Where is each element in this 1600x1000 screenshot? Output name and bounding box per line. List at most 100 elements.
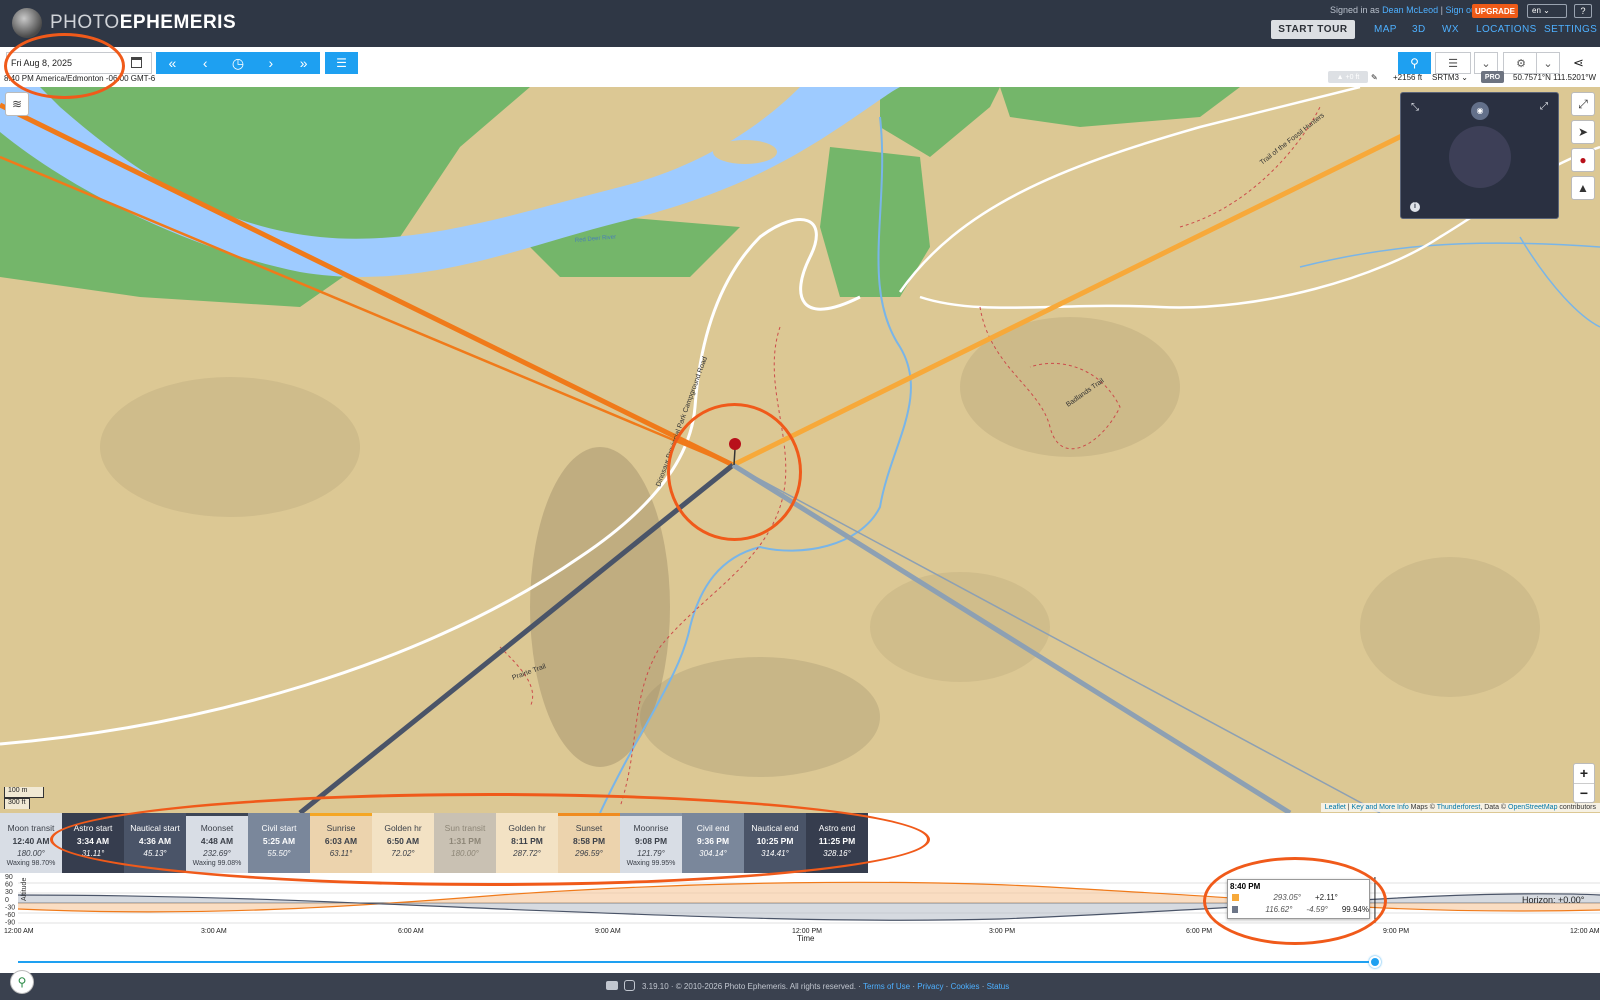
- user-name-link[interactable]: Dean McLeod: [1382, 5, 1438, 15]
- timeline-chart[interactable]: Altitude 90 60 30 0 -30 -60 -90 12:00 AM 3:00 A…: [0, 873, 1600, 973]
- info-icon[interactable]: i: [1410, 202, 1420, 212]
- signed-in-info: Signed in as Dean McLeod | Sign out: [1330, 5, 1479, 15]
- event-cell[interactable]: Civil end 9:36 PM 304.14°: [682, 813, 744, 873]
- tooltip-moon-alt: -4.59°: [1306, 904, 1328, 914]
- tooltip-moon-row: 116.62° -4.59° 99.94%: [1228, 903, 1369, 915]
- start-tour-button[interactable]: START TOUR: [1271, 20, 1355, 39]
- date-value: Fri Aug 8, 2025: [11, 58, 73, 68]
- moon-globe: [1449, 126, 1511, 188]
- attribution-data-text: , Data ©: [1480, 804, 1509, 811]
- layers-icon[interactable]: ≋: [5, 92, 29, 116]
- app-logo[interactable]: PHOTOEPHEMERIS: [12, 8, 236, 38]
- timezone-readout: 8:40 PM America/Edmonton -06:00 GMT-6: [4, 74, 156, 83]
- next-step-button[interactable]: ›: [254, 52, 287, 74]
- fullscreen-icon[interactable]: ⤢: [1571, 92, 1595, 116]
- instagram-icon[interactable]: [624, 980, 635, 991]
- time-slider-track[interactable]: [18, 961, 1375, 963]
- privacy-link[interactable]: Privacy: [917, 982, 943, 991]
- nav-3d[interactable]: 3D: [1412, 24, 1426, 35]
- event-cell[interactable]: Sunrise 6:03 AM 63.11°: [310, 813, 372, 873]
- list-icon[interactable]: ☰: [325, 52, 358, 74]
- event-cell[interactable]: Moon transit 12:40 AM 180.00° Waxing 98.70%: [0, 813, 62, 873]
- event-time: 1:31 PM: [448, 836, 482, 846]
- location-pin-icon[interactable]: ⚲: [10, 970, 34, 994]
- layers-menu-button[interactable]: ☰: [1435, 52, 1471, 74]
- osm-link[interactable]: OpenStreetMap: [1508, 804, 1557, 811]
- event-cell[interactable]: Sunset 8:58 PM 296.59°: [558, 813, 620, 873]
- event-azimuth: 232.69°: [203, 849, 231, 858]
- zoom-control: + −: [1573, 763, 1595, 803]
- expand-icon[interactable]: ⤢: [1540, 101, 1548, 112]
- elevation-offset-button[interactable]: ▲ +0 ft: [1328, 71, 1368, 83]
- status-link[interactable]: Status: [987, 982, 1010, 991]
- y-tick-label: -30: [5, 904, 15, 911]
- horizon-readout: Horizon: +0.00°: [1522, 895, 1585, 905]
- pencil-icon[interactable]: ✎: [1371, 73, 1378, 82]
- cookies-link[interactable]: Cookies: [951, 982, 980, 991]
- tooltip-moon-illum: 99.94%: [1341, 904, 1369, 914]
- event-name: Civil start: [261, 823, 297, 833]
- event-cell[interactable]: Golden hr 6:50 AM 72.02°: [372, 813, 434, 873]
- event-cell[interactable]: Nautical end 10:25 PM 314.41°: [744, 813, 806, 873]
- nav-wx[interactable]: WX: [1442, 24, 1459, 35]
- collapse-icon[interactable]: ⤡: [1411, 102, 1419, 113]
- event-cell[interactable]: Golden hr 8:11 PM 287.72°: [496, 813, 558, 873]
- key-info-link[interactable]: Key and More Info: [1352, 804, 1409, 811]
- event-time: 4:48 AM: [200, 836, 234, 846]
- event-cell[interactable]: Moonrise 9:08 PM 121.79° Waxing 99.95%: [620, 813, 682, 873]
- event-name: Sunset: [575, 823, 603, 833]
- map-canvas[interactable]: Dinosaur Provincial Park Campground Road…: [0, 87, 1600, 813]
- clock-icon[interactable]: ◷: [222, 52, 255, 74]
- x-tick-label: 3:00 PM: [989, 928, 1016, 935]
- event-azimuth: 55.50°: [267, 849, 291, 858]
- event-name: Moon transit: [7, 823, 55, 833]
- event-time: 11:25 PM: [818, 836, 856, 846]
- next-day-button[interactable]: »: [287, 52, 320, 74]
- y-axis-label: Altitude: [21, 878, 28, 901]
- calendar-icon[interactable]: [131, 57, 142, 68]
- language-select[interactable]: en ⌄: [1527, 4, 1567, 18]
- chevron-down-icon[interactable]: ⌄: [1536, 52, 1560, 74]
- event-cell[interactable]: Astro end 11:25 PM 328.16°: [806, 813, 868, 873]
- event-cell[interactable]: Civil start 5:25 AM 55.50°: [248, 813, 310, 873]
- help-button[interactable]: ?: [1574, 4, 1592, 18]
- prev-step-button[interactable]: ‹: [189, 52, 222, 74]
- dem-select[interactable]: SRTM3 ⌄: [1432, 73, 1468, 82]
- event-name: Astro end: [818, 823, 856, 833]
- event-name: Sun transit: [444, 823, 486, 833]
- event-name: Nautical end: [751, 823, 799, 833]
- top-bar: PHOTOEPHEMERIS Signed in as Dean McLeod …: [0, 0, 1600, 47]
- event-name: Civil end: [696, 823, 730, 833]
- event-time: 6:50 AM: [386, 836, 420, 846]
- leaflet-link[interactable]: Leaflet: [1325, 804, 1346, 811]
- time-slider-handle[interactable]: [1368, 956, 1381, 968]
- nav-settings[interactable]: SETTINGS: [1544, 24, 1597, 35]
- locate-icon[interactable]: ➤: [1571, 120, 1595, 144]
- eye-icon[interactable]: ◉: [1471, 102, 1489, 120]
- date-input[interactable]: Fri Aug 8, 2025: [6, 52, 152, 74]
- map-label-fossil-trail: Trail of the Fossil Hunters: [1259, 112, 1326, 167]
- share-icon[interactable]: ⋖: [1573, 55, 1584, 71]
- map-view[interactable]: Dinosaur Provincial Park Campground Road…: [0, 87, 1600, 813]
- prev-day-button[interactable]: «: [156, 52, 189, 74]
- youtube-icon[interactable]: [606, 981, 618, 990]
- event-cell[interactable]: Sun transit 1:31 PM 180.00°: [434, 813, 496, 873]
- pin-icon[interactable]: ●: [1571, 148, 1595, 172]
- event-cell[interactable]: Astro start 3:34 AM 31.11°: [62, 813, 124, 873]
- thunderforest-link[interactable]: Thunderforest: [1437, 804, 1481, 811]
- mountain-pin-icon[interactable]: ▲: [1571, 176, 1595, 200]
- zoom-out-button[interactable]: −: [1574, 783, 1594, 802]
- nav-map[interactable]: MAP: [1374, 24, 1397, 35]
- gear-icon[interactable]: ⚙: [1503, 52, 1539, 74]
- upgrade-button[interactable]: UPGRADE: [1472, 4, 1518, 18]
- search-icon[interactable]: ⚲: [1398, 52, 1431, 74]
- nav-locations[interactable]: LOCATIONS: [1476, 24, 1537, 35]
- event-name: Golden hr: [508, 823, 546, 833]
- x-tick-label: 6:00 PM: [1186, 928, 1213, 935]
- event-cell[interactable]: Nautical start 4:36 AM 45.13°: [124, 813, 186, 873]
- terms-link[interactable]: Terms of Use: [863, 982, 910, 991]
- event-cell[interactable]: Moonset 4:48 AM 232.69° Waxing 99.08%: [186, 813, 248, 873]
- sun-swatch-icon: [1232, 893, 1239, 901]
- minimap-panel[interactable]: ⤡ ◉ ⤢ i: [1400, 92, 1559, 219]
- zoom-in-button[interactable]: +: [1574, 764, 1594, 783]
